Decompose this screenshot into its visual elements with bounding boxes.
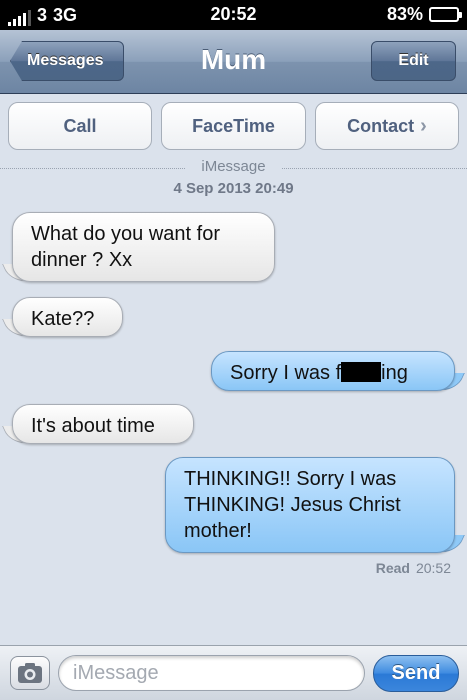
composer-bar: Send — [0, 645, 467, 700]
message-bubble-outgoing[interactable]: THINKING!! Sorry I was THINKING! Jesus C… — [165, 457, 455, 553]
nav-bar: Messages Mum Edit — [0, 30, 467, 94]
message-text: It's about time — [31, 415, 155, 437]
service-label: iMessage — [201, 158, 266, 175]
contact-label: Contact — [347, 115, 415, 136]
divider-left — [0, 168, 185, 169]
camera-icon — [18, 663, 42, 683]
edit-button[interactable]: Edit — [371, 41, 456, 81]
divider-right — [282, 168, 467, 169]
status-right: 83% — [386, 4, 462, 25]
read-receipt: Read 20:52 — [376, 560, 451, 576]
thread-service-header: iMessage — [0, 158, 467, 175]
facetime-button[interactable]: FaceTime — [161, 102, 306, 150]
call-label: Call — [63, 115, 97, 136]
contact-button[interactable]: Contact › — [315, 102, 459, 150]
message-text-before: Sorry I was f — [230, 362, 342, 384]
message-bubble-incoming[interactable]: What do you want for dinner ? Xx — [12, 212, 275, 282]
status-bar: 3 3G 20:52 83% — [0, 0, 467, 30]
camera-button[interactable] — [10, 656, 50, 690]
chevron-right-icon: › — [420, 114, 427, 137]
redaction-block — [341, 362, 382, 382]
message-bubble-incoming[interactable]: Kate?? — [12, 297, 123, 337]
message-text: THINKING!! Sorry I was THINKING! Jesus C… — [184, 468, 401, 542]
call-button[interactable]: Call — [8, 102, 152, 150]
read-label: Read — [375, 560, 410, 576]
battery-percent: 83% — [386, 4, 423, 24]
message-text: Kate?? — [31, 308, 95, 330]
message-bubble-outgoing[interactable]: Sorry I was f ing — [211, 351, 455, 391]
imessage-input[interactable] — [58, 655, 365, 691]
facetime-label: FaceTime — [192, 115, 275, 136]
message-text: What do you want for dinner ? Xx — [31, 223, 220, 271]
message-text-after: ing — [381, 362, 408, 384]
thread-date: 4 Sep 2013 20:49 — [173, 180, 294, 197]
read-time: 20:52 — [415, 560, 451, 576]
battery-icon — [429, 7, 462, 22]
send-button[interactable]: Send — [373, 655, 459, 692]
message-bubble-incoming[interactable]: It's about time — [12, 404, 194, 444]
